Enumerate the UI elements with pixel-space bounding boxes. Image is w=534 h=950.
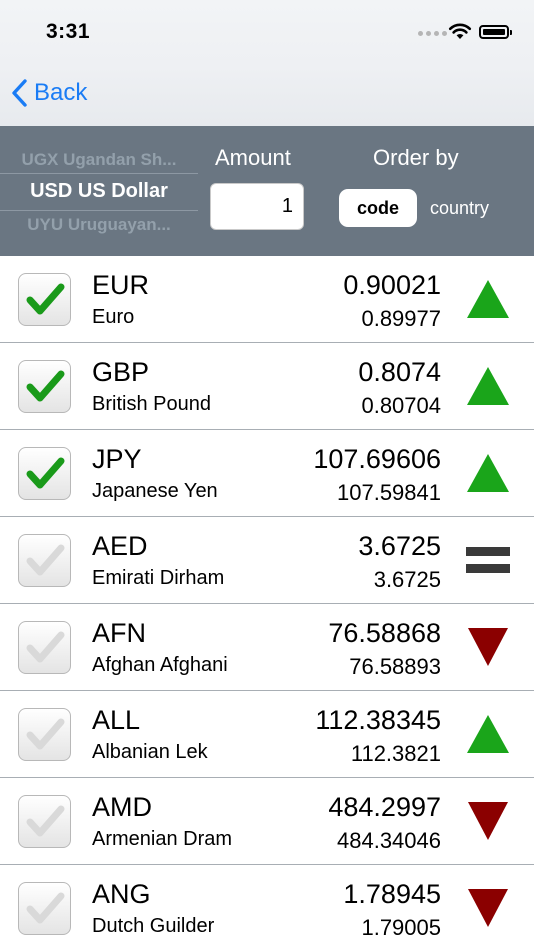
previous-rate: 1.79005 [361,915,441,940]
rates-list: EUR Euro 0.90021 0.89977 GBP British Pound 0.8… [0,256,534,950]
current-rate: 0.8074 [358,357,441,387]
previous-rate: 112.3821 [350,741,441,766]
checkmark-disabled-icon [26,805,65,837]
previous-rate: 484.34046 [337,828,441,853]
currency-name: Afghan Afghani [92,654,228,676]
order-by-country-button[interactable]: country [430,198,489,219]
select-checkbox[interactable] [18,273,71,326]
checkmark-disabled-icon [26,892,65,924]
checkmark-icon [26,370,65,402]
navigation-bar: Back [0,66,534,126]
current-rate: 0.90021 [343,270,441,300]
rate-row-eur[interactable]: EUR Euro 0.90021 0.89977 [0,256,534,343]
select-checkbox[interactable] [18,534,71,587]
trend-up-icon [467,715,509,753]
current-rate: 1.78945 [343,879,441,909]
status-bar: 3:31 [0,0,534,66]
trend-down-icon [468,628,508,666]
currency-code: ALL [92,705,141,735]
currency-code: GBP [92,357,150,387]
order-by-code-button[interactable]: code [339,189,417,227]
currency-code: JPY [92,444,142,474]
current-rate: 3.6725 [358,531,441,561]
trend-equal-icon [466,547,510,573]
chevron-left-icon [12,79,27,107]
previous-rate: 0.80704 [361,393,441,418]
checkmark-icon [26,283,65,315]
currency-name: Emirati Dirham [92,567,225,589]
current-rate: 76.58868 [328,618,441,648]
back-button[interactable]: Back [10,78,87,108]
currency-name: British Pound [92,393,211,415]
trend-up-icon [467,454,509,492]
currency-code: AED [92,531,148,561]
wifi-icon [448,23,472,39]
picker-option-above[interactable]: UGX Ugandan Sh... [0,150,198,170]
trend-up-icon [467,367,509,405]
current-rate: 484.2997 [328,792,441,822]
trend-down-icon [468,889,508,927]
rate-row-aed[interactable]: AED Emirati Dirham 3.6725 3.6725 [0,517,534,604]
currency-name: Dutch Guilder [92,915,215,937]
order-by-label: Order by [373,145,459,170]
trend-down-icon [468,802,508,840]
select-checkbox[interactable] [18,708,71,761]
currency-name: Japanese Yen [92,480,218,502]
currency-name: Albanian Lek [92,741,208,763]
trend-up-icon [467,280,509,318]
select-checkbox[interactable] [18,360,71,413]
current-rate: 107.69606 [313,444,441,474]
rate-row-gbp[interactable]: GBP British Pound 0.8074 0.80704 [0,343,534,430]
picker-option-below[interactable]: UYU Uruguayan... [0,215,198,235]
amount-label: Amount [215,145,291,170]
previous-rate: 0.89977 [361,306,441,331]
previous-rate: 3.6725 [373,567,441,592]
currency-code: AFN [92,618,146,648]
checkmark-disabled-icon [26,631,65,663]
select-checkbox[interactable] [18,882,71,935]
currency-code: ANG [92,879,151,909]
rate-row-ang[interactable]: ANG Dutch Guilder 1.78945 1.79005 [0,865,534,950]
rate-row-afn[interactable]: AFN Afghan Afghani 76.58868 76.58893 [0,604,534,691]
rate-row-amd[interactable]: AMD Armenian Dram 484.2997 484.34046 [0,778,534,865]
current-rate: 112.38345 [315,705,441,735]
currency-name: Euro [92,306,135,328]
currency-name: Armenian Dram [92,828,233,850]
rate-row-jpy[interactable]: JPY Japanese Yen 107.69606 107.59841 [0,430,534,517]
select-checkbox[interactable] [18,447,71,500]
picker-option-selected[interactable]: USD US Dollar [0,180,198,203]
back-label: Back [34,79,88,106]
select-checkbox[interactable] [18,795,71,848]
checkmark-icon [26,457,65,489]
currency-picker[interactable]: UGX Ugandan Sh... USD US Dollar UYU Urug… [0,142,198,238]
cellular-signal-icon [418,31,447,36]
rate-row-all[interactable]: ALL Albanian Lek 112.38345 112.3821 [0,691,534,778]
checkmark-disabled-icon [26,718,65,750]
picker-divider [0,210,198,211]
previous-rate: 107.59841 [337,480,441,505]
select-checkbox[interactable] [18,621,71,674]
status-time: 3:31 [46,20,91,43]
checkmark-disabled-icon [26,544,65,576]
currency-code: EUR [92,270,150,300]
currency-code: AMD [92,792,152,822]
battery-icon [479,25,512,39]
picker-divider [0,173,198,174]
amount-input[interactable] [210,183,304,230]
previous-rate: 76.58893 [349,654,441,679]
